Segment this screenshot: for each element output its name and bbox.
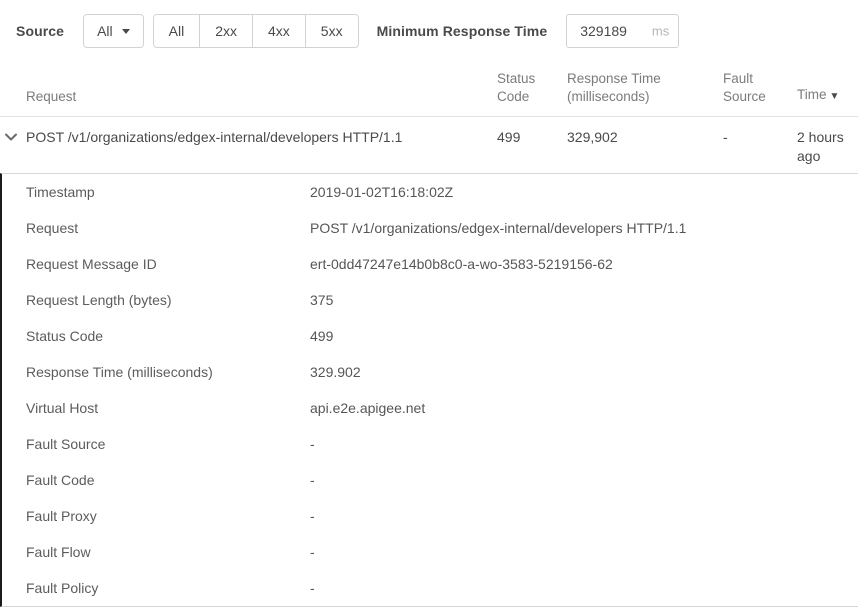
detail-label: Timestamp [26, 184, 310, 200]
detail-value: - [310, 508, 858, 524]
status-filter-2xx[interactable]: 2xx [199, 15, 252, 47]
detail-row-fault-flow: Fault Flow - [2, 534, 858, 570]
detail-value: 375 [310, 292, 858, 308]
detail-label: Fault Code [26, 472, 310, 488]
detail-label: Fault Proxy [26, 508, 310, 524]
detail-row-fault-policy: Fault Policy - [2, 570, 858, 606]
detail-row-timestamp: Timestamp 2019-01-02T16:18:02Z [2, 174, 858, 210]
status-filter-all[interactable]: All [154, 15, 200, 47]
row-time: 2 hours ago [797, 128, 858, 166]
detail-value: 2019-01-02T16:18:02Z [310, 184, 858, 200]
status-filter-5xx[interactable]: 5xx [305, 15, 358, 47]
detail-label: Fault Flow [26, 544, 310, 560]
detail-row-fault-code: Fault Code - [2, 462, 858, 498]
detail-row-virtual-host: Virtual Host api.e2e.apigee.net [2, 390, 858, 426]
detail-row-request-length: Request Length (bytes) 375 [2, 282, 858, 318]
detail-value: ert-0dd47247e14b0b8c0-a-wo-3583-5219156-… [310, 256, 858, 272]
detail-value: POST /v1/organizations/edgex-internal/de… [310, 220, 858, 236]
detail-value: api.e2e.apigee.net [310, 400, 858, 416]
min-response-time-label: Minimum Response Time [377, 23, 548, 39]
source-label: Source [16, 23, 64, 39]
source-dropdown-value: All [97, 23, 113, 39]
column-header-response-time[interactable]: Response Time (milliseconds) [567, 70, 723, 116]
table-header: Request Status Code Response Time (milli… [0, 62, 858, 117]
column-header-fault-source[interactable]: Fault Source [723, 70, 797, 116]
caret-down-icon [122, 29, 130, 34]
api-monitoring-logs-panel: Source All All 2xx 4xx 5xx Minimum Respo… [0, 0, 858, 607]
detail-label: Request Message ID [26, 256, 310, 272]
detail-row-fault-source: Fault Source - [2, 426, 858, 462]
detail-value: - [310, 544, 858, 560]
detail-label: Fault Policy [26, 580, 310, 596]
status-filter-4xx[interactable]: 4xx [252, 15, 305, 47]
detail-label: Response Time (milliseconds) [26, 364, 310, 380]
detail-row-request: Request POST /v1/organizations/edgex-int… [2, 210, 858, 246]
min-response-time-input[interactable] [566, 14, 679, 48]
column-header-time[interactable]: Time▼ [797, 86, 858, 116]
detail-label: Status Code [26, 328, 310, 344]
detail-value: 329.902 [310, 364, 858, 380]
detail-label: Request Length (bytes) [26, 292, 310, 308]
status-filter-group: All 2xx 4xx 5xx [153, 14, 359, 48]
row-status-code: 499 [497, 128, 567, 147]
detail-label: Virtual Host [26, 400, 310, 416]
detail-value: - [310, 472, 858, 488]
filter-toolbar: Source All All 2xx 4xx 5xx Minimum Respo… [0, 0, 858, 62]
min-response-time-field: ms [566, 14, 679, 48]
detail-label: Fault Source [26, 436, 310, 452]
chevron-down-icon[interactable] [4, 130, 17, 143]
row-response-time: 329,902 [567, 128, 723, 147]
detail-row-response-time: Response Time (milliseconds) 329.902 [2, 354, 858, 390]
detail-value: 499 [310, 328, 858, 344]
detail-value: - [310, 436, 858, 452]
detail-row-fault-proxy: Fault Proxy - [2, 498, 858, 534]
column-header-request[interactable]: Request [26, 88, 497, 116]
detail-row-request-message-id: Request Message ID ert-0dd47247e14b0b8c0… [2, 246, 858, 282]
source-dropdown[interactable]: All [83, 14, 144, 48]
column-header-status-code[interactable]: Status Code [497, 70, 567, 116]
row-request: POST /v1/organizations/edgex-internal/de… [26, 128, 497, 147]
detail-row-status-code: Status Code 499 [2, 318, 858, 354]
row-fault-source: - [723, 128, 797, 147]
sort-desc-icon: ▼ [830, 91, 840, 102]
table-row[interactable]: POST /v1/organizations/edgex-internal/de… [0, 117, 858, 173]
detail-value: - [310, 580, 858, 596]
detail-label: Request [26, 220, 310, 236]
request-details-panel: Timestamp 2019-01-02T16:18:02Z Request P… [0, 173, 858, 607]
